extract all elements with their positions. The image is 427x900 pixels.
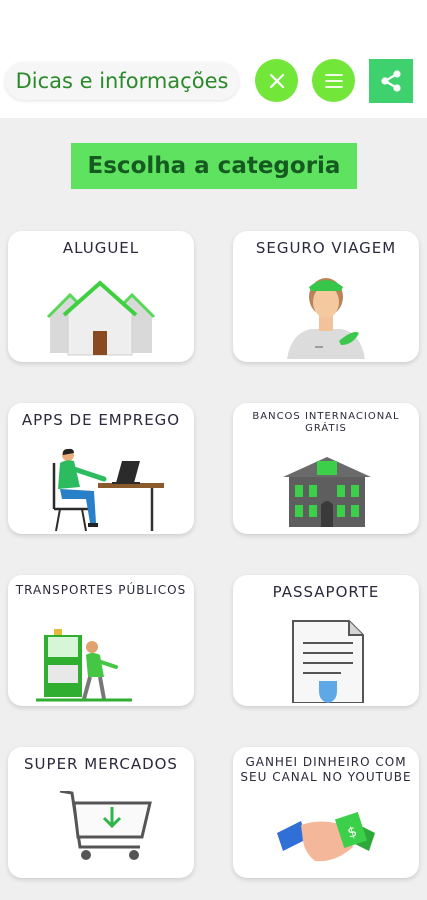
handshake-money-icon: $ bbox=[277, 812, 375, 862]
category-card-ganhei-dinheiro[interactable]: GANHEI DINHEIRO COM SEU CANAL NO YOUTUBE… bbox=[233, 747, 419, 878]
bank-building-icon bbox=[283, 457, 371, 527]
category-card-super-mercados[interactable]: SUPER MERCADOS bbox=[8, 747, 194, 878]
category-label: GANHEI DINHEIRO COM SEU CANAL NO YOUTUBE bbox=[240, 755, 412, 784]
houses-icon bbox=[46, 280, 156, 356]
category-label: PASSAPORTE bbox=[272, 583, 380, 601]
close-button[interactable] bbox=[255, 59, 298, 102]
category-label: APPS DE EMPREGO bbox=[21, 411, 181, 429]
category-card-transportes-publicos[interactable]: TRANSPORTES PÚBLICOS bbox=[8, 575, 194, 706]
bus-passenger-icon bbox=[36, 629, 132, 702]
category-card-bancos-internacional[interactable]: BANCOS INTERNACIONAL GRÁTIS bbox=[233, 403, 419, 534]
category-card-aluguel[interactable]: ALUGUEL bbox=[8, 231, 194, 362]
hamburger-menu-icon bbox=[324, 73, 343, 88]
category-label: BANCOS INTERNACIONAL GRÁTIS bbox=[252, 411, 400, 434]
category-label: TRANSPORTES PÚBLICOS bbox=[15, 583, 187, 597]
passport-document-icon bbox=[292, 620, 364, 703]
flight-attendant-icon bbox=[287, 278, 365, 359]
share-button[interactable] bbox=[369, 59, 413, 103]
app-title: Dicas e informações bbox=[5, 62, 239, 100]
category-label: SUPER MERCADOS bbox=[24, 755, 178, 773]
category-label: ALUGUEL bbox=[62, 239, 140, 257]
category-label: SEGURO VIAGEM bbox=[255, 239, 397, 257]
close-icon bbox=[269, 73, 284, 88]
category-card-seguro-viagem[interactable]: SEGURO VIAGEM bbox=[233, 231, 419, 362]
share-icon bbox=[381, 70, 401, 92]
shopping-cart-icon bbox=[59, 791, 152, 860]
person-at-laptop-icon bbox=[52, 448, 164, 531]
category-card-apps-de-emprego[interactable]: APPS DE EMPREGO bbox=[8, 403, 194, 534]
menu-button[interactable] bbox=[312, 59, 355, 102]
category-card-passaporte[interactable]: PASSAPORTE bbox=[233, 575, 419, 706]
top-app-bar: Dicas e informações bbox=[0, 0, 427, 118]
category-heading: Escolha a categoria bbox=[71, 143, 357, 189]
